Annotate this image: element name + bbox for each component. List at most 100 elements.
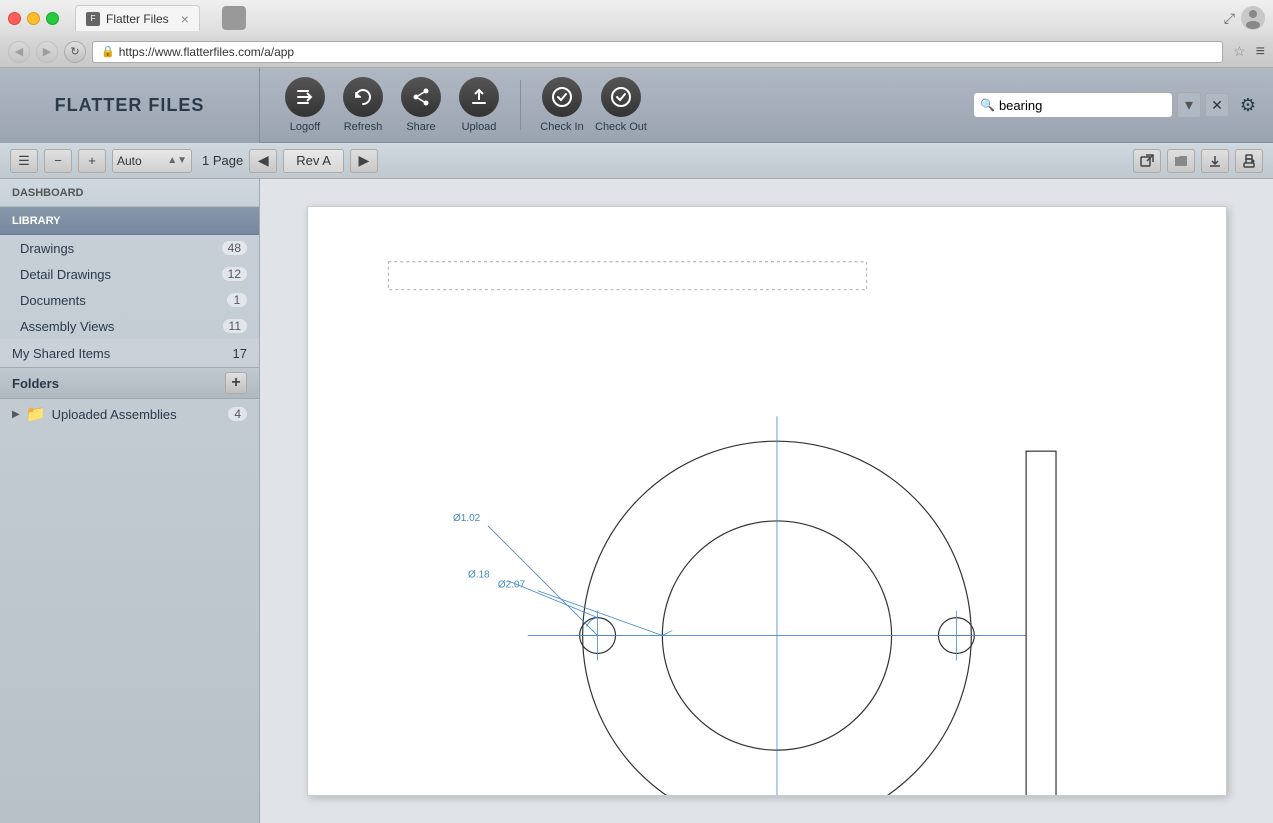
minimize-window-button[interactable]: [27, 12, 40, 25]
url-text: https://www.flatterfiles.com/a/app: [119, 45, 294, 59]
drawings-label: Drawings: [20, 241, 74, 256]
print-button[interactable]: [1235, 149, 1263, 173]
toolbar-separator: [520, 80, 521, 130]
zoom-out-button[interactable]: −: [44, 149, 72, 173]
tab-title: Flatter Files: [106, 12, 169, 26]
zoom-dropdown-arrow: ▲▼: [167, 155, 187, 166]
checkin-button[interactable]: Check In: [537, 77, 587, 133]
share-icon: [401, 77, 441, 117]
logoff-label: Logoff: [290, 121, 320, 133]
main-layout: DASHBOARD LIBRARY Drawings 48 Detail Dra…: [0, 179, 1273, 823]
logoff-icon: [285, 77, 325, 117]
assembly-views-count: 11: [223, 319, 247, 333]
toolbar-buttons: Logoff Refresh Share Upload Check In: [260, 77, 667, 133]
zoom-in-button[interactable]: +: [78, 149, 106, 173]
uploaded-assemblies-count: 4: [228, 407, 247, 421]
assembly-views-label: Assembly Views: [20, 319, 114, 334]
drawing-sheet: Ø1.02 Ø2.07 Ø.18: [307, 206, 1227, 796]
detail-drawings-label: Detail Drawings: [20, 267, 111, 282]
sidebar-item-documents[interactable]: Documents 1: [0, 287, 259, 313]
upload-icon: [459, 77, 499, 117]
tab-close-button[interactable]: ×: [181, 11, 189, 27]
search-input[interactable]: [999, 98, 1175, 113]
refresh-button[interactable]: ↻: [64, 41, 86, 63]
settings-button[interactable]: ⚙: [1233, 90, 1263, 120]
library-label: LIBRARY: [12, 215, 60, 227]
checkout-icon: [601, 77, 641, 117]
next-page-button[interactable]: ▶: [350, 149, 378, 173]
drawing-canvas: Ø1.02 Ø2.07 Ø.18: [308, 207, 1226, 795]
page-info: 1 Page: [202, 153, 243, 168]
user-avatar: [1241, 6, 1265, 30]
revision-info: Rev A: [283, 149, 344, 173]
dashboard-section[interactable]: DASHBOARD: [0, 179, 259, 207]
bookmark-button[interactable]: ☆: [1233, 43, 1246, 60]
address-bar[interactable]: 🔒 https://www.flatterfiles.com/a/app: [92, 41, 1223, 63]
search-close-button[interactable]: ✕: [1205, 93, 1229, 117]
search-area: 🔍 ✕ ▾ ✕ ⚙: [973, 90, 1273, 120]
logoff-button[interactable]: Logoff: [280, 77, 330, 133]
search-box[interactable]: 🔍 ✕: [973, 92, 1173, 118]
folders-label: Folders: [12, 376, 59, 391]
app-logo: FLATTER FILES: [0, 68, 260, 143]
checkin-icon: [542, 77, 582, 117]
folder-left: ▶ 📁 Uploaded Assemblies: [12, 404, 177, 424]
back-button[interactable]: ◀: [8, 41, 30, 63]
active-tab[interactable]: F Flatter Files ×: [75, 5, 200, 31]
traffic-lights: [8, 12, 59, 25]
svg-text:Ø2.07: Ø2.07: [497, 580, 525, 591]
folders-section: Folders +: [0, 367, 259, 399]
svg-text:Ø.18: Ø.18: [468, 570, 490, 581]
prev-page-button[interactable]: ◀: [249, 149, 277, 173]
browser-menu-button[interactable]: ≡: [1256, 43, 1265, 61]
close-window-button[interactable]: [8, 12, 21, 25]
browser-chrome: F Flatter Files × ⤢ ◀ ▶ ↻ 🔒 https://www.…: [0, 0, 1273, 68]
download-button[interactable]: [1201, 149, 1229, 173]
app-toolbar: FLATTER FILES Logoff Refresh Share Uploa…: [0, 68, 1273, 143]
maximize-window-button[interactable]: [46, 12, 59, 25]
forward-button[interactable]: ▶: [36, 41, 58, 63]
detail-drawings-count: 12: [222, 267, 247, 281]
sidebar: DASHBOARD LIBRARY Drawings 48 Detail Dra…: [0, 179, 260, 823]
content-area: Ø1.02 Ø2.07 Ø.18: [260, 179, 1273, 823]
folder-icon: 📁: [26, 404, 46, 424]
library-section: LIBRARY: [0, 207, 259, 235]
folder-button[interactable]: [1167, 149, 1195, 173]
resize-button[interactable]: ⤢: [1224, 10, 1235, 27]
sidebar-item-assembly-views[interactable]: Assembly Views 11: [0, 313, 259, 339]
shared-items-label: My Shared Items: [12, 346, 110, 361]
shared-items-count: 17: [233, 346, 247, 361]
uploaded-assemblies-label: Uploaded Assemblies: [52, 407, 177, 422]
share-label: Share: [406, 121, 435, 133]
documents-label: Documents: [20, 293, 86, 308]
refresh-toolbar-button[interactable]: Refresh: [338, 77, 388, 133]
sidebar-folder-uploaded-assemblies[interactable]: ▶ 📁 Uploaded Assemblies 4: [0, 399, 259, 429]
folder-expand-arrow: ▶: [12, 409, 20, 420]
upload-button[interactable]: Upload: [454, 77, 504, 133]
sidebar-item-shared[interactable]: My Shared Items 17: [0, 339, 259, 367]
browser-addressbar: ◀ ▶ ↻ 🔒 https://www.flatterfiles.com/a/a…: [0, 36, 1273, 68]
checkout-label: Check Out: [595, 121, 647, 133]
search-dropdown-button[interactable]: ▾: [1177, 92, 1201, 118]
svg-text:Ø1.02: Ø1.02: [453, 513, 481, 524]
zoom-value: Auto: [117, 154, 163, 168]
add-folder-button[interactable]: +: [225, 372, 247, 394]
ssl-lock-icon: 🔒: [101, 45, 115, 58]
new-tab-button[interactable]: [212, 5, 256, 31]
refresh-label: Refresh: [344, 121, 383, 133]
upload-label: Upload: [462, 121, 497, 133]
view-toolbar: ☰ − + Auto ▲▼ 1 Page ◀ Rev A ▶: [0, 143, 1273, 179]
dashboard-label: DASHBOARD: [12, 187, 84, 199]
refresh-icon: [343, 77, 383, 117]
sidebar-item-drawings[interactable]: Drawings 48: [0, 235, 259, 261]
checkout-button[interactable]: Check Out: [595, 77, 647, 133]
open-new-window-button[interactable]: [1133, 149, 1161, 173]
share-button[interactable]: Share: [396, 77, 446, 133]
zoom-select[interactable]: Auto ▲▼: [112, 149, 192, 173]
browser-titlebar: F Flatter Files × ⤢: [0, 0, 1273, 36]
documents-count: 1: [227, 293, 247, 307]
panel-toggle-button[interactable]: ☰: [10, 149, 38, 173]
sidebar-item-detail-drawings[interactable]: Detail Drawings 12: [0, 261, 259, 287]
search-icon: 🔍: [980, 98, 995, 112]
tab-favicon: F: [86, 12, 100, 26]
